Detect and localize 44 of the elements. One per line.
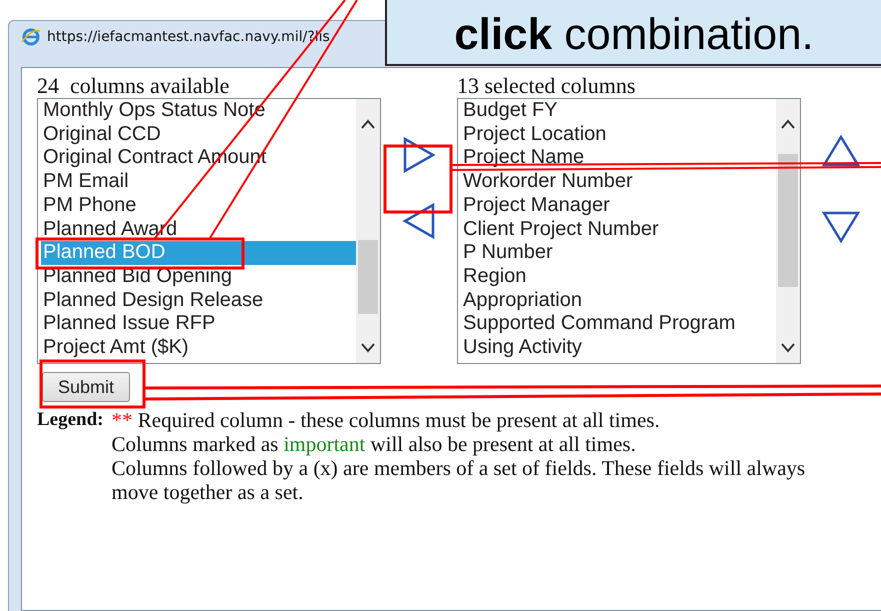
move-down-button[interactable] (821, 210, 861, 244)
browser-logo-icon (21, 27, 41, 47)
list-box[interactable]: Budget FY Project Location Project Name Workorder Number Project Manager Client Project Number P Number Region Appropriation Supported Command Program Using Activity (457, 98, 801, 364)
list-item[interactable]: Project Amt ($K) (41, 336, 356, 360)
list-item[interactable]: Workorder Number (461, 170, 776, 194)
list-item[interactable]: PM Email (41, 170, 356, 194)
list-item[interactable]: Budget FY (461, 99, 776, 123)
triangle-down-icon (821, 210, 861, 244)
add-arrow-button[interactable] (402, 136, 436, 174)
list-item[interactable]: Using Activity (461, 336, 776, 360)
list-item[interactable]: Appropriation (461, 288, 776, 312)
chevron-up-icon[interactable] (780, 119, 796, 129)
remove-arrow-button[interactable] (402, 202, 436, 240)
chevron-down-icon[interactable] (360, 343, 376, 353)
list-item[interactable]: P Number (461, 241, 776, 265)
triangle-left-icon (402, 202, 436, 240)
move-up-button[interactable] (821, 134, 861, 168)
legend-text: ** Required column - these columns must be present at all times. (112, 408, 661, 432)
list-item[interactable]: Planned Design Release (41, 288, 356, 312)
legend-label: Legend: (37, 408, 104, 432)
list-item[interactable]: Planned Issue RFP (41, 312, 356, 336)
list-item[interactable]: Project Manager (461, 194, 776, 218)
scrollbar[interactable] (776, 99, 800, 363)
list-item[interactable]: Project Name (461, 146, 776, 170)
list-item[interactable]: Client Project Number (461, 218, 776, 242)
callout-text: click combination. (454, 10, 814, 60)
highlight-frame (384, 144, 452, 214)
list-heading: 13 selected columns (457, 74, 636, 98)
triangle-up-icon (821, 134, 861, 168)
chevron-up-icon[interactable] (360, 119, 376, 129)
list-item[interactable]: Original CCD (41, 122, 356, 146)
list-item[interactable]: Project Location (461, 122, 776, 146)
scrollbar[interactable] (356, 99, 380, 363)
legend-text: Columns followed by a (x) are members of a set of fields. These fields will always move together as a set. (112, 456, 806, 504)
scrollbar-thumb[interactable] (358, 240, 378, 314)
list-item[interactable]: Region (461, 264, 776, 289)
list-item[interactable]: Supported Command Program (461, 312, 776, 336)
chevron-down-icon[interactable] (780, 343, 796, 353)
scrollbar-thumb[interactable] (778, 154, 798, 287)
list-heading: 24 columns available (37, 74, 230, 98)
list-item[interactable]: PM Phone (41, 194, 356, 218)
legend-text: Columns marked as important will also be present at all times. (112, 432, 637, 456)
submit-button[interactable]: Submit (42, 372, 130, 402)
triangle-right-icon (402, 136, 436, 174)
